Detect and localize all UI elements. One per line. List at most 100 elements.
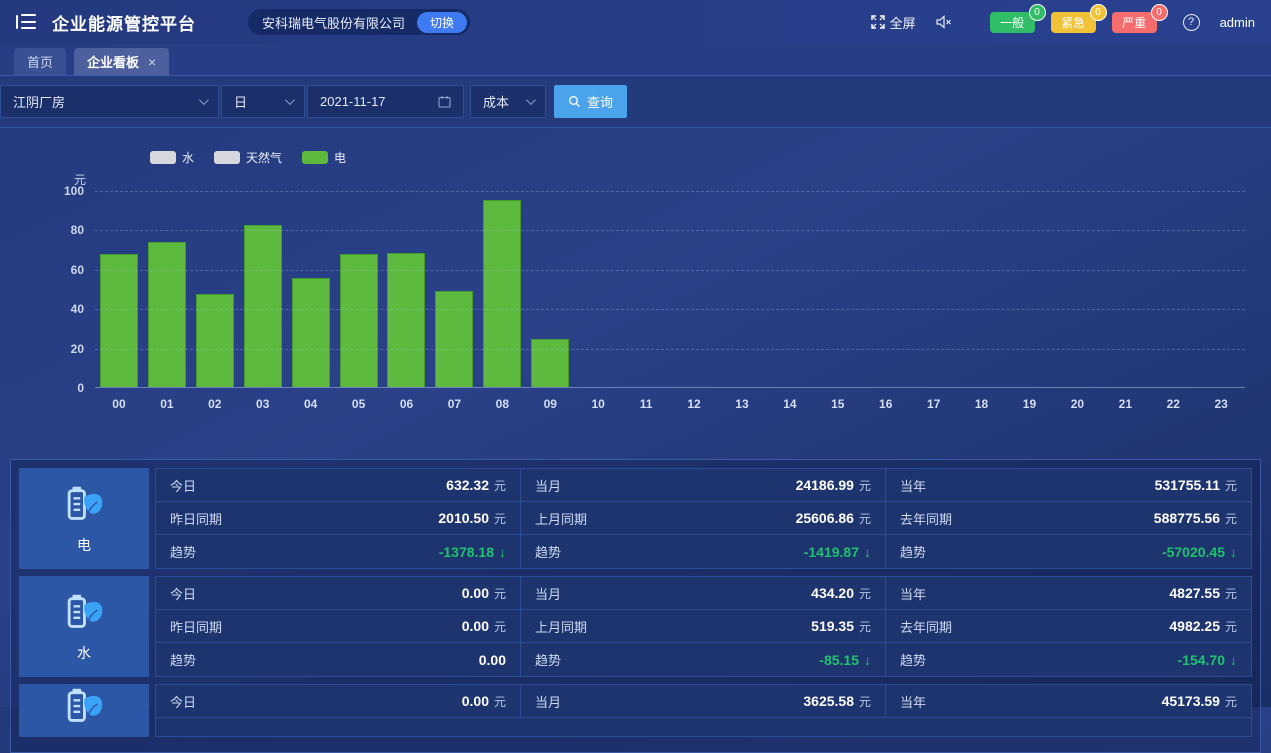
cell-value: 0.00: [462, 585, 489, 601]
date-input[interactable]: 2021-11-17: [307, 85, 464, 118]
x-tick-label: 01: [143, 397, 191, 411]
cell-value: 25606.86: [796, 510, 854, 526]
y-tick-label: 60: [0, 263, 84, 277]
metric-select[interactable]: 成本: [470, 85, 546, 118]
search-icon: [568, 95, 581, 108]
energy-card-name: 电: [77, 535, 91, 555]
alarm-pill-label: 一般: [1000, 14, 1024, 31]
cell-value-wrap: 531755.11元: [1155, 477, 1237, 494]
cell-value: 45173.59: [1162, 693, 1220, 709]
tab[interactable]: 企业看板×: [74, 48, 169, 75]
gridline: [95, 230, 1245, 231]
site-select[interactable]: 江阴厂房: [0, 85, 219, 118]
tab-close-icon[interactable]: ×: [148, 55, 156, 69]
fullscreen-button[interactable]: 全屏: [871, 13, 916, 32]
cell-value: -1419.87: [804, 544, 859, 560]
bar-slot: [958, 191, 1006, 387]
cell-label: 趋势: [535, 542, 561, 561]
alarm-count-badge: 0: [1029, 4, 1046, 21]
switch-company-button[interactable]: 切换: [417, 12, 467, 33]
x-tick-label: 11: [622, 397, 670, 411]
table-cell: 昨日同期2010.50元: [156, 502, 521, 535]
table-cell: 去年同期4982.25元: [886, 610, 1251, 643]
bar-slot: [95, 191, 143, 387]
cell-label: 今日: [170, 476, 196, 495]
search-button-label: 查询: [587, 92, 613, 111]
mute-button[interactable]: [936, 15, 952, 29]
cell-value-wrap: 4827.55元: [1169, 585, 1237, 602]
table-cell: 趋势-154.70↓: [886, 643, 1251, 676]
bar: [100, 254, 138, 387]
cell-unit: 元: [859, 510, 871, 527]
alarm-pill[interactable]: 紧急0: [1051, 12, 1096, 33]
help-icon[interactable]: ?: [1183, 14, 1200, 31]
tab[interactable]: 首页: [14, 48, 66, 75]
cell-label: 昨日同期: [170, 617, 222, 636]
energy-cost-chart: 水天然气电 元 00010203040506070809101112131415…: [0, 128, 1271, 411]
legend-label: 天然气: [246, 149, 282, 166]
legend-item[interactable]: 水: [150, 149, 194, 166]
cell-value-wrap: 0.00元: [462, 618, 506, 635]
bar-slot: [910, 191, 958, 387]
cell-value: 519.35: [811, 618, 854, 634]
gridline: [95, 349, 1245, 350]
bar-slot: [862, 191, 910, 387]
cell-unit: 元: [1225, 510, 1237, 527]
alarm-pills: 一般0 紧急0 严重0: [990, 12, 1157, 33]
bar-slot: [622, 191, 670, 387]
cell-unit: 元: [1225, 477, 1237, 494]
cell-value-wrap: -85.15↓: [819, 652, 871, 668]
energy-card-table: 今日632.32元当月24186.99元当年531755.11元昨日同期2010…: [155, 468, 1252, 569]
trend-down-icon: ↓: [864, 544, 871, 560]
bar-chart-plot: [95, 191, 1245, 388]
cell-label: 去年同期: [900, 509, 952, 528]
menu-collapse-icon[interactable]: [16, 14, 36, 30]
cell-label: 趋势: [535, 650, 561, 669]
alarm-pill[interactable]: 一般0: [990, 12, 1035, 33]
chevron-down-icon: [526, 95, 536, 105]
x-tick-label: 13: [718, 397, 766, 411]
x-tick-label: 16: [862, 397, 910, 411]
cell-unit: 元: [1225, 618, 1237, 635]
cell-value-wrap: -57020.45↓: [1162, 544, 1237, 560]
table-cell: 趋势-1378.18↓: [156, 535, 521, 568]
username[interactable]: admin: [1220, 15, 1255, 30]
cell-value-wrap: 24186.99元: [796, 477, 871, 494]
energy-card-row: 水今日0.00元当月434.20元当年4827.55元昨日同期0.00元上月同期…: [19, 576, 1252, 677]
cell-label: 去年同期: [900, 617, 952, 636]
energy-card-row: 今日0.00元当月3625.58元当年45173.59元: [19, 684, 1252, 737]
bar-slot: [526, 191, 574, 387]
tab-bar: 首页企业看板×: [0, 44, 1271, 76]
chevron-down-icon: [285, 95, 295, 105]
table-cell: 今日0.00元: [156, 577, 521, 610]
cell-label: 当年: [900, 476, 926, 495]
cell-value: 3625.58: [803, 693, 854, 709]
app-title: 企业能源管控平台: [52, 10, 196, 35]
cell-unit: 元: [494, 585, 506, 602]
cell-value: 0.00: [479, 652, 506, 668]
bar-slot: [383, 191, 431, 387]
alarm-pill[interactable]: 严重0: [1112, 12, 1157, 33]
search-button[interactable]: 查询: [554, 85, 627, 118]
table-cell: 当月3625.58元: [521, 685, 886, 718]
cell-value-wrap: 632.32元: [446, 477, 506, 494]
x-tick-label: 02: [191, 397, 239, 411]
legend-item[interactable]: 天然气: [214, 149, 282, 166]
cell-value: 4827.55: [1169, 585, 1220, 601]
table-cell: 今日0.00元: [156, 685, 521, 718]
company-name: 安科瑞电气股份有限公司: [262, 13, 405, 32]
cell-value-wrap: 0.00: [479, 652, 506, 668]
legend-item[interactable]: 电: [302, 149, 346, 166]
battery-leaf-icon: [61, 590, 107, 636]
cell-value: -1378.18: [439, 544, 494, 560]
energy-summary-section: 电今日632.32元当月24186.99元当年531755.11元昨日同期201…: [10, 459, 1261, 753]
bar-slot: [239, 191, 287, 387]
bar-slot: [574, 191, 622, 387]
period-select[interactable]: 日: [221, 85, 305, 118]
cell-unit: 元: [859, 618, 871, 635]
table-cell: 趋势0.00: [156, 643, 521, 676]
site-select-value: 江阴厂房: [13, 92, 65, 111]
cell-value-wrap: -1378.18↓: [439, 544, 506, 560]
cell-value-wrap: 2010.50元: [438, 510, 506, 527]
gridline: [95, 270, 1245, 271]
